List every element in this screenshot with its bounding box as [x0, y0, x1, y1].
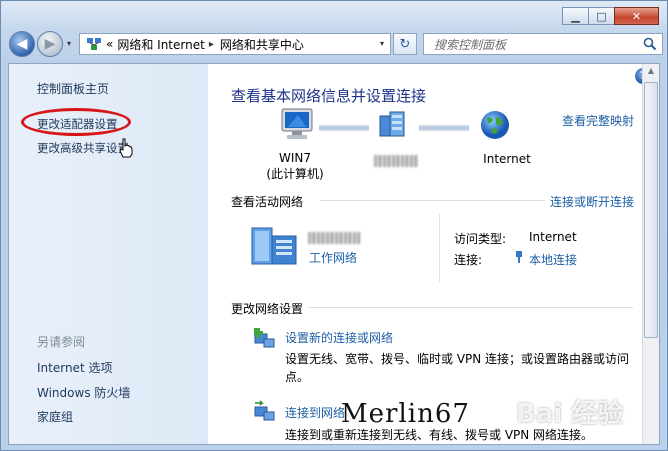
- address-dropdown-icon[interactable]: ▾: [380, 39, 384, 48]
- left-task-pane: 控制面板主页 更改适配器设置 更改高级共享设置 另请参阅 Internet 选项…: [9, 64, 208, 444]
- access-type-value: Internet: [529, 230, 577, 244]
- network-folder-icon: [86, 36, 102, 52]
- caption-buttons: ▁ □ ✕: [562, 7, 659, 25]
- gateway-icon: [376, 108, 410, 143]
- windows-firewall-link[interactable]: Windows 防火墙: [37, 384, 130, 401]
- connect-to-network-icon: [252, 400, 276, 425]
- redacted-network-name: [374, 155, 418, 167]
- active-networks-rule: [320, 200, 545, 201]
- connection-line-2: [419, 125, 469, 131]
- address-bar[interactable]: « 网络和 Internet ▸ 网络和共享中心 ▾: [79, 33, 391, 55]
- control-panel-window: ▁ □ ✕ ◀ ▶ ▾ « 网络和 Internet ▸ 网络和共享中心 ▾ ↻: [0, 0, 668, 451]
- redacted-active-network-name: [308, 232, 360, 244]
- crumb-network-sharing-center[interactable]: 网络和共享中心: [220, 36, 304, 53]
- forward-button[interactable]: ▶: [37, 31, 63, 57]
- search-box[interactable]: [423, 33, 663, 55]
- crumb-network-internet[interactable]: 网络和 Internet: [117, 36, 204, 53]
- site-watermark: Bai 经验: [516, 399, 624, 429]
- connect-to-network-link[interactable]: 连接到网络: [285, 404, 345, 421]
- refresh-button[interactable]: ↻: [393, 33, 417, 55]
- work-network-link[interactable]: 工作网络: [309, 249, 357, 266]
- recent-pages-dropdown[interactable]: ▾: [67, 39, 71, 48]
- content-area: 控制面板主页 更改适配器设置 更改高级共享设置 另请参阅 Internet 选项…: [8, 63, 660, 445]
- internet-options-link[interactable]: Internet 选项: [37, 359, 112, 376]
- work-network-icon: [250, 222, 300, 269]
- computer-icon: [280, 107, 316, 144]
- back-button[interactable]: ◀: [9, 31, 35, 57]
- author-watermark: Merlin67: [341, 399, 470, 429]
- homegroup-link[interactable]: 家庭组: [37, 408, 73, 425]
- maximize-button[interactable]: □: [588, 7, 615, 25]
- scrollbar-thumb[interactable]: [644, 82, 658, 338]
- change-advanced-sharing-link[interactable]: 更改高级共享设置: [37, 140, 129, 156]
- local-connection-link[interactable]: 本地连接: [529, 251, 577, 268]
- computer-name-text: WIN7: [278, 151, 311, 165]
- control-panel-home-link[interactable]: 控制面板主页: [37, 80, 109, 97]
- this-computer-text: (此计算机): [266, 167, 324, 181]
- see-also-heading: 另请参阅: [37, 335, 86, 349]
- vertical-scrollbar[interactable]: ▲: [642, 64, 659, 444]
- ethernet-icon: [514, 250, 524, 267]
- page-title: 查看基本网络信息并设置连接: [231, 87, 427, 105]
- active-networks-heading: 查看活动网络: [231, 195, 304, 209]
- search-icon[interactable]: [643, 37, 657, 54]
- setup-connection-desc: 设置无线、宽带、拨号、临时或 VPN 连接；或设置路由器或访问: [285, 352, 630, 366]
- address-prefix[interactable]: «: [106, 37, 113, 51]
- setup-connection-desc-line2: 点。: [285, 370, 310, 384]
- internet-label: Internet: [483, 152, 531, 166]
- scroll-up-icon[interactable]: ▲: [645, 66, 657, 80]
- navigation-bar: ◀ ▶ ▾ « 网络和 Internet ▸ 网络和共享中心 ▾ ↻: [7, 29, 663, 59]
- search-input[interactable]: [432, 35, 636, 55]
- minimize-button[interactable]: ▁: [562, 7, 589, 25]
- internet-globe-icon: [478, 108, 512, 145]
- highlight-ellipse: [21, 108, 131, 136]
- active-network-divider: [439, 214, 440, 282]
- connect-disconnect-link[interactable]: 连接或断开连接: [550, 193, 634, 210]
- connection-line-1: [319, 125, 369, 131]
- setup-connection-icon: [252, 327, 276, 352]
- close-button[interactable]: ✕: [614, 7, 659, 25]
- connections-label: 连接:: [454, 253, 483, 267]
- access-type-label: 访问类型:: [454, 232, 507, 246]
- crumb-separator[interactable]: ▸: [209, 39, 214, 50]
- computer-name-label: WIN7 (此计算机): [260, 151, 330, 182]
- setup-connection-link[interactable]: 设置新的连接或网络: [285, 329, 393, 346]
- see-full-map-link[interactable]: 查看完整映射: [562, 112, 634, 129]
- change-settings-heading: 更改网络设置: [231, 302, 304, 316]
- main-pane: ? 查看基本网络信息并设置连接 查看完整映射: [208, 64, 659, 444]
- change-settings-rule: [308, 307, 633, 308]
- hand-cursor-icon: [118, 138, 134, 161]
